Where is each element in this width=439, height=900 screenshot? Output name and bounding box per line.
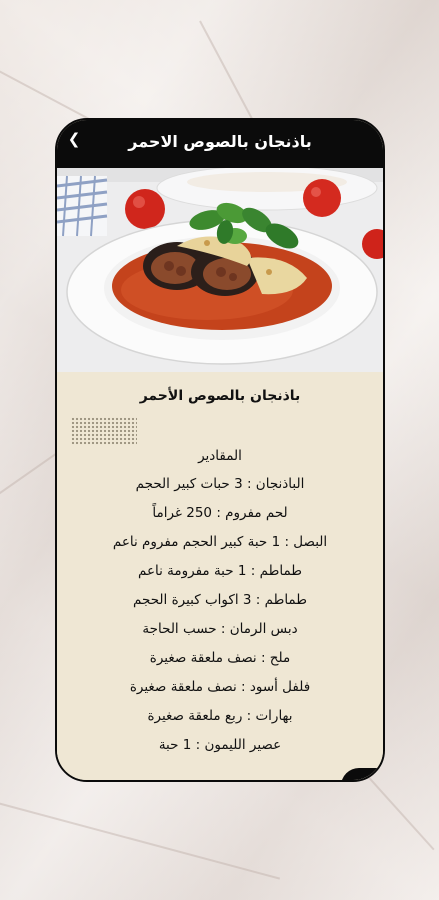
header-title: باذنجان بالصوص الاحمر <box>128 132 312 151</box>
app-header: ❮ باذنجان بالصوص الاحمر <box>57 120 383 168</box>
ingredient-line: البصل : 1 حبة كبير الحجم مفروم ناعم <box>112 534 328 550</box>
ingredient-line: لحم مفروم : 250 غراماً <box>152 505 288 521</box>
ingredients-heading: المقادير <box>198 448 242 464</box>
recipe-title: باذنجان بالصوص الأحمر <box>139 388 301 404</box>
ingredient-line: فلفل أسود : نصف ملعقة صغيرة <box>129 679 311 695</box>
tomato <box>303 179 341 217</box>
recipe-photo <box>57 168 383 372</box>
ingredient-line: طماطم : 3 اكواب كبيرة الحجم <box>133 592 307 608</box>
dish-illustration <box>57 168 383 372</box>
ingredient-line: الباذنجان : 3 حبات كبير الحجم <box>135 476 305 492</box>
ingredient-line: ملح : نصف ملعقة صغيرة <box>149 650 291 666</box>
recipe-content: باذنجان بالصوص الأحمر المقادير الباذنجان… <box>57 372 383 780</box>
marble-vein <box>0 800 281 880</box>
recipe-card: ❮ باذنجان بالصوص الاحمر باذنجان بالصوص ا… <box>55 118 385 782</box>
napkin <box>57 175 108 237</box>
dot-pattern-decoration <box>71 417 137 445</box>
ingredient-line: عصير الليمون : 1 حبة <box>158 737 282 753</box>
ingredient-line: بهارات : ربع ملعقة صغيرة <box>147 708 293 724</box>
ingredient-line: طماطم : 1 حبة مفرومة ناعم <box>137 563 303 579</box>
ingredient-line: دبس الرمان : حسب الحاجة <box>142 621 298 637</box>
tomato <box>125 189 165 229</box>
